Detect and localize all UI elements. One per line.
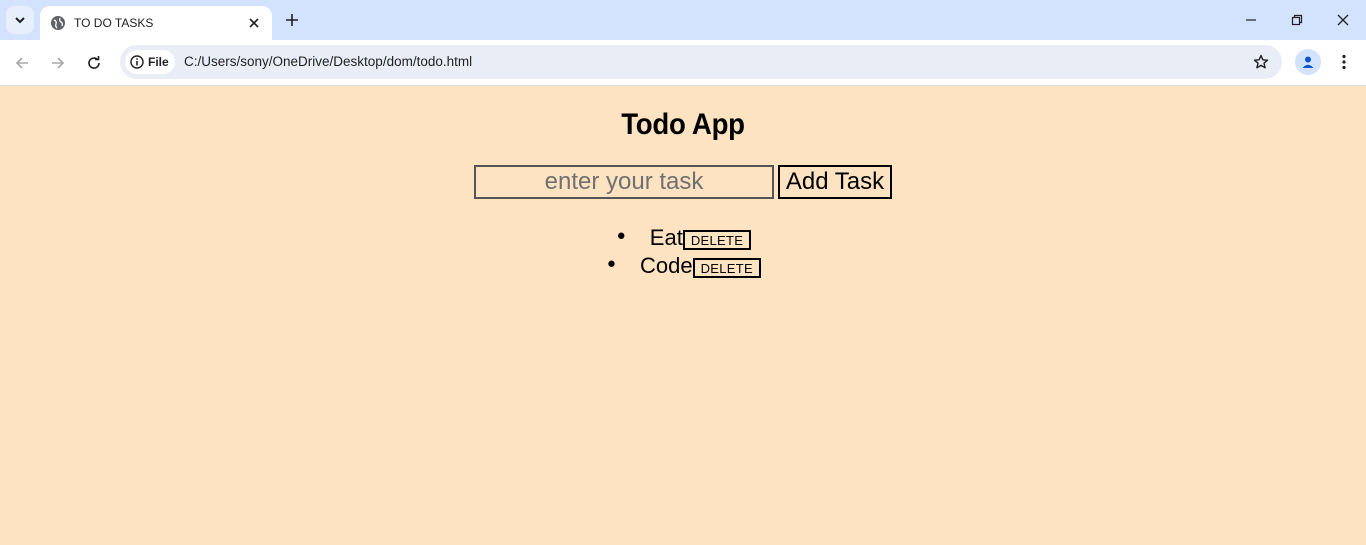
tab-title: TO DO TASKS	[74, 16, 154, 30]
list-item: • Code DELETE	[0, 252, 1366, 280]
bullet: •	[605, 253, 618, 278]
tab-strip: TO DO TASKS	[0, 0, 1366, 40]
reload-button[interactable]	[78, 47, 110, 79]
arrow-right-icon	[52, 57, 65, 69]
menu-button[interactable]	[1332, 49, 1356, 75]
plus-icon	[286, 14, 298, 26]
tab-active[interactable]: TO DO TASKS	[40, 6, 272, 40]
task-text: Code	[640, 253, 693, 278]
close-icon	[1337, 14, 1349, 26]
chip-label: File	[148, 55, 169, 69]
tab-search-button[interactable]	[6, 6, 34, 34]
back-button[interactable]	[6, 47, 38, 79]
close-window-button[interactable]	[1320, 0, 1366, 40]
page-title: Todo App	[621, 108, 745, 141]
restore-button[interactable]	[1274, 0, 1320, 40]
delete-button[interactable]: DELETE	[692, 258, 761, 278]
new-tab-button[interactable]	[280, 8, 304, 32]
minimize-icon	[1246, 19, 1256, 21]
address-bar[interactable]: File C:/Users/sony/OneDrive/Desktop/dom/…	[120, 45, 1282, 79]
info-icon	[130, 55, 144, 69]
url-text[interactable]: C:/Users/sony/OneDrive/Desktop/dom/todo.…	[184, 54, 472, 69]
browser-toolbar: File C:/Users/sony/OneDrive/Desktop/dom/…	[0, 40, 1366, 86]
bullet: •	[614, 225, 628, 250]
add-task-button[interactable]: Add Task	[778, 165, 892, 199]
browser-window: TO DO TASKS File C:/Users/sony/OneDrive/…	[0, 0, 1366, 545]
globe-icon	[50, 15, 66, 31]
more-vert-icon	[1342, 54, 1346, 70]
site-info-chip[interactable]: File	[125, 50, 175, 74]
star-icon[interactable]	[1252, 53, 1270, 71]
task-input[interactable]	[474, 165, 774, 199]
delete-button[interactable]: DELETE	[682, 230, 752, 250]
arrow-left-icon	[15, 57, 28, 69]
restore-icon	[1291, 14, 1303, 26]
profile-avatar[interactable]	[1295, 49, 1321, 75]
forward-button[interactable]	[42, 47, 74, 79]
task-list: • Eat DELETE • Code DELETE	[0, 224, 1366, 280]
task-text: Eat	[649, 225, 683, 250]
close-icon[interactable]	[246, 15, 262, 31]
reload-icon	[88, 56, 100, 69]
chevron-down-icon	[15, 17, 25, 24]
task-input-row: Add Task	[474, 165, 892, 199]
person-icon	[1302, 56, 1314, 68]
list-item: • Eat DELETE	[0, 224, 1366, 252]
page-content: Todo App Add Task • Eat DELETE • Code DE…	[0, 86, 1366, 545]
minimize-button[interactable]	[1228, 0, 1274, 40]
